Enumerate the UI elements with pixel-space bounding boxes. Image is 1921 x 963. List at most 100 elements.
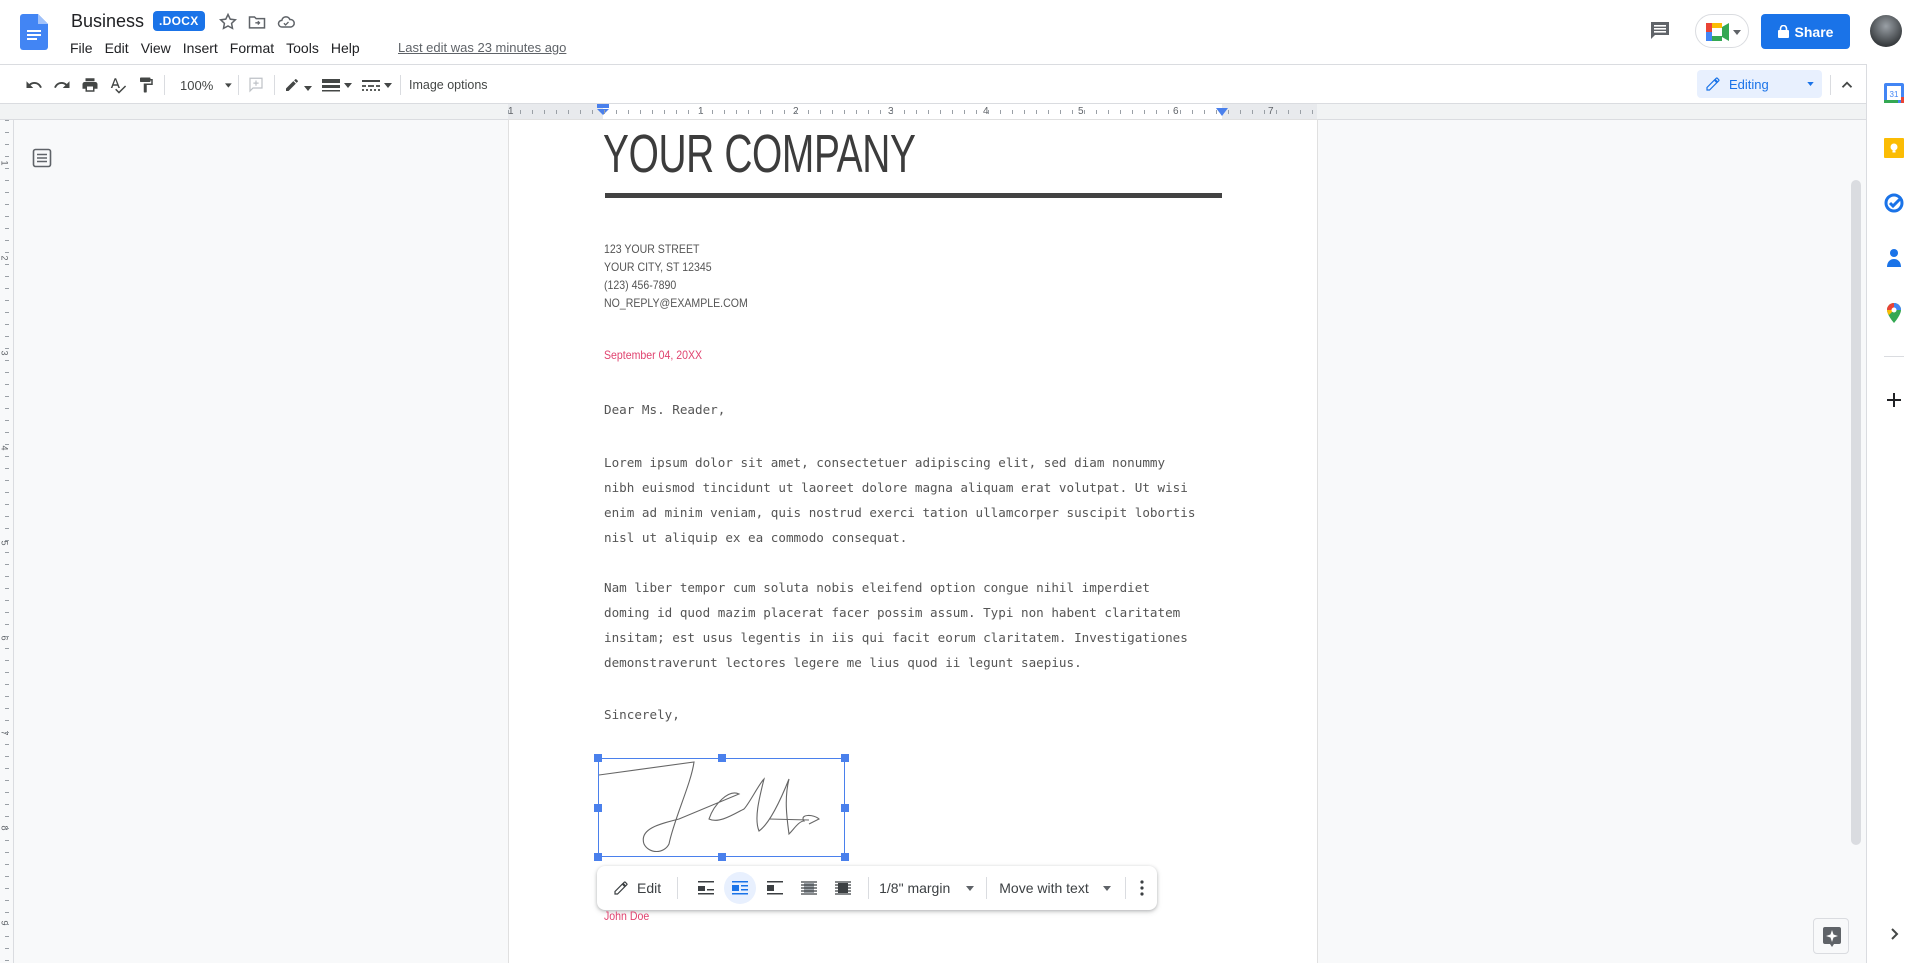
ruler-tick	[5, 324, 9, 325]
star-icon[interactable]	[218, 12, 238, 32]
horizontal-ruler[interactable]: 1 1 2 3 4 5 6 7	[0, 104, 1866, 120]
move-folder-icon[interactable]	[247, 12, 267, 32]
ruler-tick	[5, 204, 9, 205]
paint-format-icon[interactable]	[137, 75, 155, 95]
ruler-tick	[5, 444, 9, 445]
print-icon[interactable]	[81, 75, 99, 95]
ruler-tick	[556, 110, 557, 114]
meet-button[interactable]	[1695, 14, 1749, 48]
ruler-tick	[1156, 110, 1157, 114]
menu-insert[interactable]: Insert	[177, 38, 224, 58]
wrap-text-button[interactable]	[724, 872, 757, 904]
edit-image-button[interactable]: Edit	[613, 880, 661, 896]
add-addon-icon[interactable]	[1884, 390, 1904, 410]
contacts-icon[interactable]	[1884, 248, 1904, 268]
share-button[interactable]: Share	[1761, 14, 1850, 49]
menu-format[interactable]: Format	[224, 38, 280, 58]
in-front-of-text-icon[interactable]	[835, 881, 852, 895]
add-comment-icon[interactable]	[247, 75, 265, 95]
resize-handle[interactable]	[841, 754, 849, 762]
menu-help[interactable]: Help	[325, 38, 366, 58]
undo-icon[interactable]	[25, 75, 43, 95]
ruler-tick	[5, 576, 9, 577]
keep-icon[interactable]	[1884, 138, 1904, 158]
resize-handle[interactable]	[841, 804, 849, 812]
editing-mode-select[interactable]: Editing	[1697, 70, 1822, 98]
menu-tools[interactable]: Tools	[280, 38, 325, 58]
resize-handle[interactable]	[594, 853, 602, 861]
last-edit-link[interactable]: Last edit was 23 minutes ago	[398, 40, 566, 55]
margin-select[interactable]: 1/8" margin	[879, 880, 975, 896]
ruler-tick	[1120, 110, 1121, 114]
document-page[interactable]: YOUR COMPANY 123 YOUR STREET YOUR CITY, …	[509, 120, 1317, 963]
resize-handle[interactable]	[594, 804, 602, 812]
explore-button[interactable]	[1813, 918, 1849, 954]
ruler-tick	[1036, 110, 1037, 114]
more-options-icon[interactable]	[1140, 880, 1144, 896]
zoom-select[interactable]: 100%	[180, 75, 232, 95]
comments-icon[interactable]	[1648, 18, 1672, 42]
ruler-tick	[1024, 110, 1025, 114]
ruler-tick	[844, 110, 845, 114]
ruler-label: 5	[1078, 106, 1084, 117]
menu-file[interactable]: File	[64, 38, 99, 58]
maps-icon[interactable]	[1884, 303, 1904, 323]
toolbar-divider	[400, 75, 401, 95]
ruler-tick	[892, 110, 893, 114]
ruler-tick	[5, 156, 9, 157]
share-label: Share	[1794, 23, 1834, 40]
ruler-tick	[5, 876, 9, 877]
cloud-saved-icon[interactable]	[276, 12, 296, 32]
image-options-button[interactable]: Image options	[409, 75, 488, 95]
paragraph-line: Nam liber tempor cum soluta nobis eleife…	[604, 580, 1150, 595]
toolbar-divider	[677, 877, 679, 899]
border-weight-button[interactable]	[322, 75, 354, 95]
ruler-tick	[5, 768, 9, 769]
ruler-tick	[5, 960, 9, 961]
document-outline-icon[interactable]	[32, 148, 52, 168]
ruler-tick	[5, 600, 9, 601]
calendar-icon[interactable]: 31	[1884, 83, 1904, 103]
behind-text-icon[interactable]	[801, 881, 818, 895]
account-avatar[interactable]	[1870, 15, 1902, 47]
ruler-tick	[5, 132, 9, 133]
menu-view[interactable]: View	[135, 38, 177, 58]
document-title[interactable]: Business	[71, 11, 144, 32]
address-line: 123 YOUR STREET	[604, 242, 700, 256]
position-select[interactable]: Move with text	[999, 880, 1111, 896]
ruler-tick	[5, 168, 9, 169]
toolbar-divider	[238, 75, 239, 95]
ruler-tick	[5, 396, 9, 397]
break-text-icon[interactable]	[767, 881, 784, 895]
wrap-inline-icon[interactable]	[698, 881, 715, 895]
ruler-tick	[5, 792, 9, 793]
pencil-icon	[614, 881, 628, 895]
border-dash-button[interactable]	[362, 75, 394, 95]
vertical-scrollbar[interactable]	[1851, 180, 1861, 845]
docs-logo-icon[interactable]	[20, 14, 48, 50]
menu-edit[interactable]: Edit	[99, 38, 135, 58]
ruler-tick	[5, 360, 9, 361]
resize-handle[interactable]	[594, 754, 602, 762]
ruler-label: 5	[0, 540, 10, 546]
border-color-button[interactable]	[284, 75, 314, 95]
ruler-tick	[5, 696, 9, 697]
redo-icon[interactable]	[53, 75, 71, 95]
collapse-menus-icon[interactable]	[1838, 75, 1856, 95]
ruler-tick	[5, 888, 9, 889]
ruler-tick	[1060, 110, 1061, 114]
resize-handle[interactable]	[841, 853, 849, 861]
resize-handle[interactable]	[718, 853, 726, 861]
chevron-down-icon	[1102, 885, 1111, 891]
vertical-ruler[interactable]: 1 2 3 4 5 6 7 8 9	[0, 120, 14, 963]
margin-value: 1/8" margin	[879, 880, 951, 896]
resize-handle[interactable]	[718, 754, 726, 762]
expand-side-panel-icon[interactable]	[1884, 924, 1904, 944]
ruler-tick	[784, 110, 785, 114]
ruler-tick	[5, 936, 9, 937]
spellcheck-icon[interactable]	[109, 75, 127, 95]
right-indent-marker[interactable]	[1216, 108, 1228, 116]
signature-image[interactable]	[594, 754, 849, 861]
left-indent-marker[interactable]	[597, 104, 609, 116]
tasks-icon[interactable]	[1884, 193, 1904, 213]
